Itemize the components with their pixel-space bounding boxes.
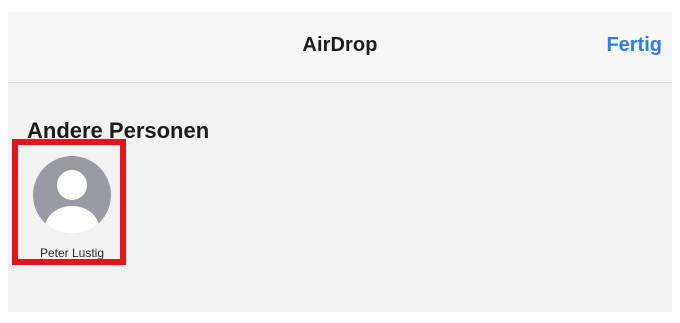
contact-peter-lustig[interactable]: Peter Lustig xyxy=(24,154,134,272)
navigation-bar: AirDrop Fertig xyxy=(8,12,672,83)
contact-name: Peter Lustig xyxy=(39,246,105,260)
section-title-other-people: Andere Personen xyxy=(27,118,210,143)
airdrop-sheet: AirDrop Fertig Andere Personen Peter Lus… xyxy=(8,12,672,312)
person-silhouette-icon xyxy=(33,156,111,234)
done-button[interactable]: Fertig xyxy=(606,34,662,57)
nav-title: AirDrop xyxy=(302,34,378,56)
